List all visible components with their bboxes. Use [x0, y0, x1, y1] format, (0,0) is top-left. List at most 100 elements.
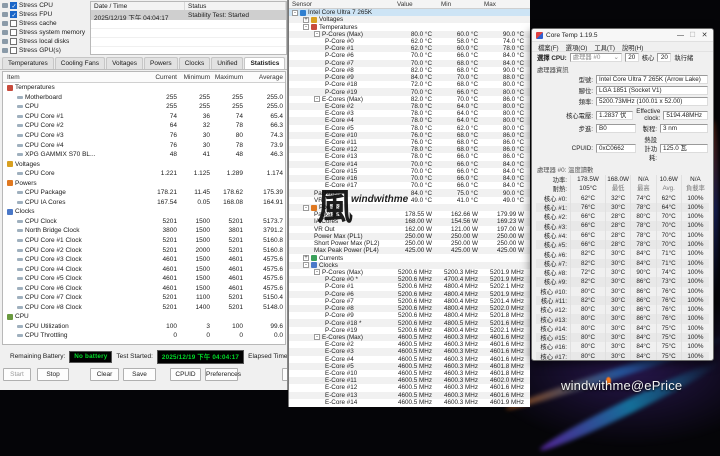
cpu-select-dropdown[interactable]: 處理器 #0 ⌄ — [570, 53, 622, 62]
collapse-icon[interactable]: - — [314, 269, 320, 275]
sensor-row[interactable]: E-Core #114600.5 MHz4600.3 MHz4602.0 MHz — [289, 377, 530, 384]
stress-checkbox[interactable] — [10, 2, 17, 9]
sensor-row[interactable]: E-Core #1378.0 °C66.0 °C86.0 °C — [289, 153, 530, 160]
collapse-icon[interactable]: - — [303, 24, 309, 30]
sensor-row[interactable]: E-Core #24600.5 MHz4600.3 MHz4601.6 MHz — [289, 341, 530, 348]
sensor-row[interactable]: P-Core #984.0 °C70.0 °C88.0 °C — [289, 74, 530, 81]
sensor-group-row[interactable]: -Intel Core Ultra 7 265K — [289, 9, 530, 16]
stats-group-row[interactable]: CPU — [3, 312, 285, 322]
stats-item-row[interactable]: CPU Core #5 Clock4601150046014575.6 — [3, 274, 285, 284]
stats-item-row[interactable]: CPU Core #174367465.4 — [3, 112, 285, 122]
log-col-status[interactable]: Status — [185, 2, 286, 10]
tab-powers[interactable]: Powers — [144, 57, 178, 69]
stats-item-row[interactable]: CPU Core #476307873.9 — [3, 140, 285, 150]
stress-checkbox[interactable] — [10, 20, 17, 27]
stress-checkbox[interactable] — [10, 47, 17, 54]
stop-button[interactable]: Stop — [37, 368, 69, 381]
stress-option[interactable]: Stress local disks — [2, 37, 88, 46]
expand-icon[interactable]: + — [303, 17, 309, 23]
max-col-header[interactable]: Max — [484, 1, 527, 8]
sensor-row[interactable]: E-Core #378.0 °C64.0 °C80.0 °C — [289, 110, 530, 117]
menu-item[interactable]: 工具(T) — [594, 43, 615, 50]
sensor-row[interactable]: E-Core #124600.5 MHz4600.3 MHz4601.6 MHz — [289, 384, 530, 391]
sensor-row[interactable]: E-Core #578.0 °C62.0 °C80.0 °C — [289, 125, 530, 132]
stats-item-row[interactable]: CPU Clock5201150052015173.7 — [3, 217, 285, 227]
sensor-row[interactable]: P-Core #1872.0 °C68.0 °C80.0 °C — [289, 81, 530, 88]
sensor-row[interactable]: P-Core #062.0 °C58.0 °C74.0 °C — [289, 38, 530, 45]
log-col-datetime[interactable]: Date / Time — [91, 2, 185, 10]
stats-group-row[interactable]: Voltages — [3, 159, 285, 169]
sensor-row[interactable]: Package178.55 W162.66 W179.99 W — [289, 211, 530, 218]
stats-col-header[interactable]: Current — [146, 74, 179, 81]
tab-unified[interactable]: Unified — [211, 57, 243, 69]
stats-item-row[interactable]: CPU255255255255.0 — [3, 102, 285, 112]
tab-cooling-fans[interactable]: Cooling Fans — [55, 57, 105, 69]
close-icon[interactable]: ✕ — [700, 31, 709, 39]
cpuid-button[interactable]: CPUID — [170, 368, 201, 381]
menu-item[interactable]: 說明(H) — [622, 43, 643, 50]
sensor-row[interactable]: P-Core #195200.6 MHz4800.4 MHz5202.1 MHz — [289, 327, 530, 334]
stats-col-header[interactable]: Average — [245, 74, 285, 81]
stress-checkbox[interactable] — [10, 29, 17, 36]
collapse-icon[interactable]: - — [314, 31, 320, 37]
sensor-row[interactable]: E-Core #1176.0 °C68.0 °C86.0 °C — [289, 139, 530, 146]
stats-item-row[interactable]: Motherboard255255255255.0 — [3, 93, 285, 103]
menu-item[interactable]: 選項(O) — [566, 43, 588, 50]
sensor-group-row[interactable]: -P-Cores (Max)80.0 °C60.0 °C90.0 °C — [289, 31, 530, 38]
stats-item-row[interactable]: CPU Core #264327866.3 — [3, 121, 285, 131]
tab-statistics[interactable]: Statistics — [244, 57, 285, 69]
stats-item-row[interactable]: CPU Core #1 Clock5201150052015160.8 — [3, 236, 285, 246]
sensor-row[interactable]: E-Core #478.0 °C64.0 °C80.0 °C — [289, 117, 530, 124]
log-entry-row[interactable]: 2025/12/19 下午 04:04:17 Stability Test: S… — [91, 11, 286, 20]
stats-item-row[interactable]: CPU Core #376308074.3 — [3, 131, 285, 141]
stress-option[interactable]: Stress FPU — [2, 10, 88, 19]
sensor-row[interactable]: Short Power Max (PL2)250.00 W250.00 W250… — [289, 240, 530, 247]
sensor-row[interactable]: E-Core #144600.5 MHz4600.3 MHz4601.9 MHz — [289, 399, 530, 406]
sensor-row[interactable]: E-Core #1670.0 °C66.0 °C84.0 °C — [289, 175, 530, 182]
sensor-group-row[interactable]: +Currents — [289, 254, 530, 261]
sensor-row[interactable]: P-Core #882.0 °C68.0 °C90.0 °C — [289, 67, 530, 74]
stats-item-row[interactable]: CPU Core1.2211.1251.2891.174 — [3, 169, 285, 179]
sensor-row[interactable]: P-Core #18 *5200.6 MHz4800.5 MHz5201.6 M… — [289, 319, 530, 326]
clear-button[interactable]: Clear — [90, 368, 119, 381]
stats-item-row[interactable]: CPU IA Cores167.540.05168.08164.91 — [3, 198, 285, 208]
collapse-icon[interactable]: - — [303, 262, 309, 268]
tab-clocks[interactable]: Clocks — [179, 57, 211, 69]
minimize-icon[interactable]: — — [676, 32, 685, 39]
sensor-row[interactable]: E-Core #54600.5 MHz4600.3 MHz4601.8 MHz — [289, 363, 530, 370]
value-col-header[interactable]: Value — [397, 1, 441, 8]
stats-group-row[interactable]: Temperatures — [3, 83, 285, 93]
sensor-row[interactable]: Package84.0 °C75.0 °C90.0 °C — [289, 189, 530, 196]
sensor-row[interactable]: VR Out162.00 W121.00 W197.00 W — [289, 226, 530, 233]
sensor-group-row[interactable]: -Temperatures — [289, 23, 530, 30]
stats-col-header[interactable]: Minimum — [179, 74, 212, 81]
sensor-row[interactable]: E-Core #1278.0 °C68.0 °C86.0 °C — [289, 146, 530, 153]
sensor-group-row[interactable]: -P-Cores (Max)5200.6 MHz5200.3 MHz5201.9… — [289, 269, 530, 276]
collapse-icon[interactable]: - — [303, 205, 309, 211]
stats-item-row[interactable]: North Bridge Clock3800150038013791.2 — [3, 226, 285, 236]
sensor-row[interactable]: P-Core #1970.0 °C66.0 °C80.0 °C — [289, 88, 530, 95]
sensor-row[interactable]: P-Core #770.0 °C68.0 °C84.0 °C — [289, 60, 530, 67]
preferences-button[interactable]: Preferences — [205, 368, 238, 381]
sensor-group-row[interactable]: -Clocks — [289, 262, 530, 269]
sensor-row[interactable]: E-Core #1570.0 °C66.0 °C84.0 °C — [289, 168, 530, 175]
sensor-row[interactable]: E-Core #44600.5 MHz4600.3 MHz4601.6 MHz — [289, 356, 530, 363]
stats-col-header[interactable]: Maximum — [212, 74, 245, 81]
sensor-col-header[interactable]: Sensor — [289, 1, 397, 8]
stress-option[interactable]: Stress CPU — [2, 1, 88, 10]
collapse-icon[interactable]: - — [292, 10, 298, 16]
sensor-row[interactable]: P-Core #75200.6 MHz4800.4 MHz5201.4 MHz — [289, 298, 530, 305]
sensor-group-row[interactable]: -E-Cores (Max)4600.5 MHz4600.3 MHz4601.6… — [289, 334, 530, 341]
sensor-row[interactable]: P-Core #65200.6 MHz4800.4 MHz5201.9 MHz — [289, 291, 530, 298]
stats-item-row[interactable]: CPU Core #3 Clock4601150046014575.6 — [3, 255, 285, 265]
stats-item-row[interactable]: CPU Utilization100310099.6 — [3, 322, 285, 332]
sensor-group-row[interactable]: +Voltages — [289, 16, 530, 23]
stats-item-row[interactable]: CPU Core #4 Clock4601150046014575.6 — [3, 264, 285, 274]
stats-col-header[interactable]: Item — [3, 74, 146, 81]
stats-item-row[interactable]: CPU Core #8 Clock5201140052015148.0 — [3, 303, 285, 313]
tab-voltages[interactable]: Voltages — [106, 57, 143, 69]
sensor-row[interactable]: E-Core #134600.5 MHz4600.3 MHz4601.6 MHz — [289, 392, 530, 399]
coretemp-titlebar[interactable]: Core Temp 1.19.5 — ☐ ✕ — [532, 29, 713, 42]
sensor-row[interactable]: P-Core #0 *5200.6 MHz4700.4 MHz5201.9 MH… — [289, 276, 530, 283]
sensor-group-row[interactable]: -E-Cores (Max)82.0 °C70.0 °C86.0 °C — [289, 96, 530, 103]
